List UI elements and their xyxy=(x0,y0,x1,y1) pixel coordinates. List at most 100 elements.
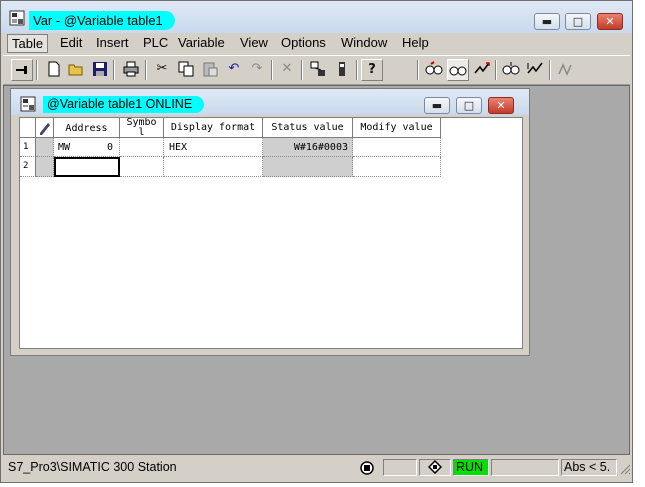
save-icon xyxy=(93,62,107,76)
diamond-icon xyxy=(427,460,443,475)
update-monitor-button[interactable] xyxy=(500,59,522,81)
paste-icon xyxy=(203,62,218,77)
plc-connect-button[interactable] xyxy=(307,59,329,81)
status-bar: S7_Pro3\SIMATIC 300 Station RUN Abs < 5. xyxy=(3,457,631,478)
address-area: MW xyxy=(58,142,71,153)
paste-button[interactable] xyxy=(199,59,221,81)
menu-variable[interactable]: Variable xyxy=(174,34,229,53)
menu-table[interactable]: Table xyxy=(7,34,49,53)
symbol-edit-header[interactable] xyxy=(36,118,54,138)
child-minimize-button[interactable]: ▬ xyxy=(424,97,450,114)
modify-variable-button[interactable] xyxy=(471,59,493,81)
maximize-button[interactable]: □ xyxy=(565,13,591,30)
toolbar: ✂ ↶ ↷ ✕ ? xyxy=(3,55,630,85)
menu-options[interactable]: Options xyxy=(277,34,330,53)
print-icon xyxy=(123,61,139,77)
menu-window[interactable]: Window xyxy=(337,34,391,53)
resize-grip-icon[interactable] xyxy=(619,463,631,475)
toolbar-separator xyxy=(145,60,147,80)
run-status: RUN xyxy=(453,459,489,476)
child-maximize-button[interactable]: □ xyxy=(456,97,482,114)
row-number[interactable]: 2 xyxy=(20,157,36,177)
toolbar-separator xyxy=(113,60,115,80)
header-symbol[interactable]: Symbo l xyxy=(120,118,164,138)
menu-view[interactable]: View xyxy=(236,34,272,53)
status-field-empty xyxy=(383,459,417,476)
plc-connect-icon xyxy=(310,61,325,76)
variable-table-icon xyxy=(20,96,36,112)
close-icon: ✕ xyxy=(605,15,615,28)
close-icon: ✕ xyxy=(496,99,506,112)
corner-header xyxy=(20,118,36,138)
minimize-icon: ▬ xyxy=(431,99,443,112)
redo-button[interactable]: ↷ xyxy=(246,59,268,81)
child-title-bar[interactable]: @Variable table1 ONLINE ▬ □ ✕ xyxy=(11,89,529,115)
variable-table-window[interactable]: @Variable table1 ONLINE ▬ □ ✕ Address Sy… xyxy=(10,88,530,356)
help-context-button[interactable]: ? xyxy=(361,59,383,81)
accessible-node-icon xyxy=(339,62,345,76)
mdi-workspace: @Variable table1 ONLINE ▬ □ ✕ Address Sy… xyxy=(3,85,630,455)
address-number: 0 xyxy=(106,142,113,153)
connection-indicator xyxy=(353,459,381,476)
force-button[interactable] xyxy=(555,59,577,81)
cut-button[interactable]: ✂ xyxy=(151,59,173,81)
print-button[interactable] xyxy=(120,59,142,81)
new-document-icon xyxy=(48,61,60,77)
copy-button[interactable] xyxy=(175,59,197,81)
monitor-variable-button[interactable] xyxy=(447,59,469,81)
header-status-value[interactable]: Status value xyxy=(263,118,353,138)
symbol-edit-icon xyxy=(39,123,50,135)
minimize-icon: ▬ xyxy=(541,15,553,28)
modify-value-cell[interactable] xyxy=(353,138,441,157)
modify-variable-icon xyxy=(474,62,490,74)
menu-insert[interactable]: Insert xyxy=(92,34,133,53)
force-icon xyxy=(558,63,572,76)
activate-modify-icon xyxy=(527,62,543,74)
variable-table: Address Symbo l Display format Status va… xyxy=(19,117,523,349)
toolbar-separator xyxy=(417,60,419,80)
project-path: S7_Pro3\SIMATIC 300 Station xyxy=(8,460,177,474)
child-window-title: @Variable table1 ONLINE xyxy=(43,96,205,113)
help-context-icon: ? xyxy=(368,62,376,77)
toolbar-separator xyxy=(549,60,551,80)
header-modify-value[interactable]: Modify value xyxy=(353,118,441,138)
menu-help[interactable]: Help xyxy=(398,34,433,53)
row-number[interactable]: 1 xyxy=(20,138,36,157)
header-address[interactable]: Address xyxy=(54,118,120,138)
new-button[interactable] xyxy=(43,59,65,81)
menu-edit[interactable]: Edit xyxy=(56,34,86,53)
row-marker xyxy=(36,138,54,157)
menu-plc[interactable]: PLC xyxy=(139,34,172,53)
variable-table-app-icon xyxy=(9,10,25,26)
mode-indicator xyxy=(419,459,451,476)
toolbar-separator xyxy=(36,60,38,80)
toolbar-separator xyxy=(495,60,497,80)
pin-button[interactable] xyxy=(11,59,33,81)
maximize-icon: □ xyxy=(572,15,584,28)
child-close-button[interactable]: ✕ xyxy=(488,97,514,114)
undo-button[interactable]: ↶ xyxy=(223,59,245,81)
symbol-cell[interactable] xyxy=(120,157,164,177)
close-button[interactable]: ✕ xyxy=(597,13,623,30)
delete-button[interactable]: ✕ xyxy=(276,59,298,81)
address-cell[interactable]: MW 0 xyxy=(54,138,120,157)
display-format-cell[interactable] xyxy=(164,157,263,177)
monitor-button[interactable] xyxy=(423,59,445,81)
toolbar-separator xyxy=(356,60,358,80)
minimize-button[interactable]: ▬ xyxy=(534,13,560,30)
status-value-cell xyxy=(263,157,353,177)
save-button[interactable] xyxy=(89,59,111,81)
undo-icon: ↶ xyxy=(228,61,240,76)
display-format-cell[interactable]: HEX xyxy=(164,138,263,157)
modify-value-cell[interactable] xyxy=(353,157,441,177)
open-button[interactable] xyxy=(65,59,87,81)
address-cell-active[interactable] xyxy=(54,157,120,177)
status-field-empty-2 xyxy=(491,459,559,476)
symbol-cell[interactable] xyxy=(120,138,164,157)
activate-modify-button[interactable] xyxy=(524,59,546,81)
update-monitor-icon xyxy=(502,62,520,75)
maximize-icon: □ xyxy=(463,99,475,112)
title-bar[interactable]: Var - @Variable table1 ▬ □ ✕ xyxy=(1,1,632,33)
accessible-node-button[interactable] xyxy=(331,59,353,81)
header-display-format[interactable]: Display format xyxy=(164,118,263,138)
